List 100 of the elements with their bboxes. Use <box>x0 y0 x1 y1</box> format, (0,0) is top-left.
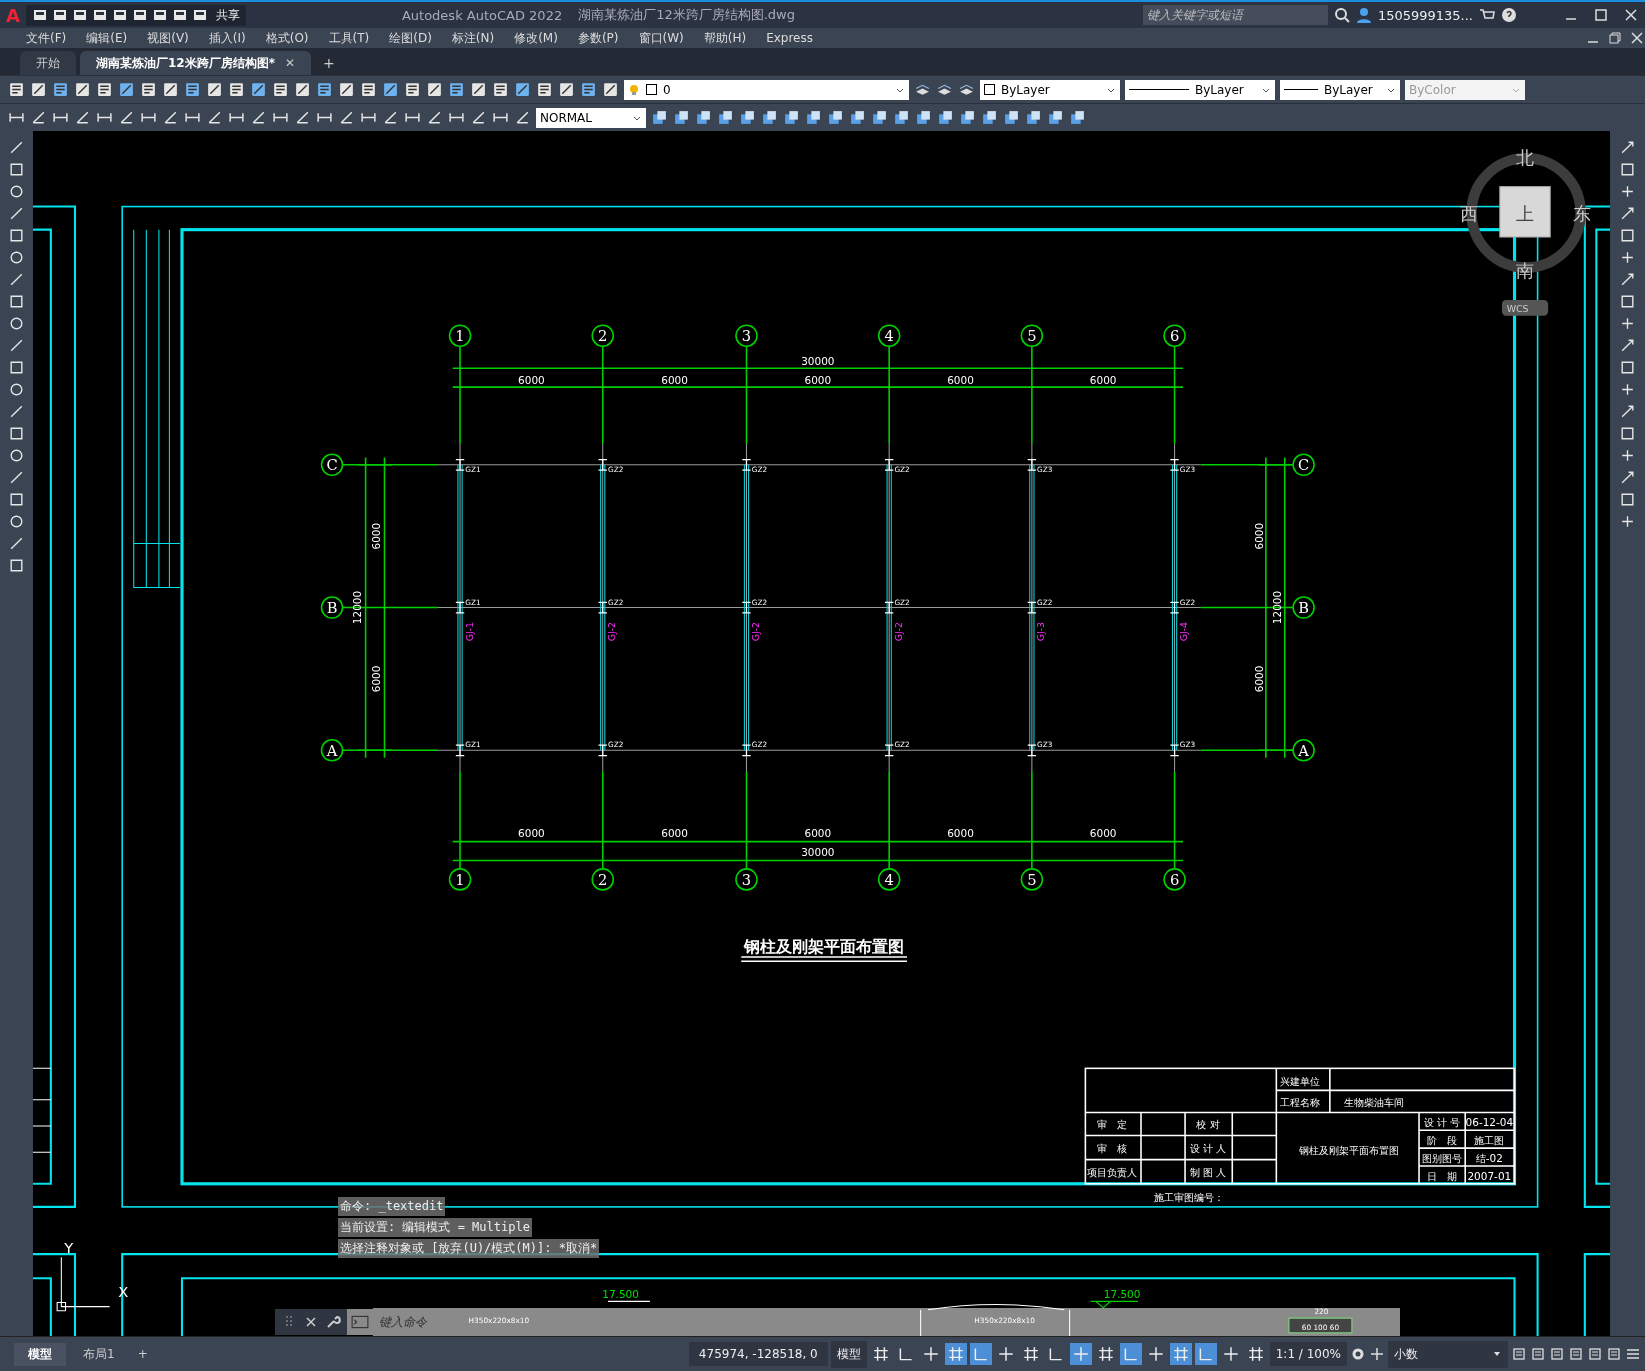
tool-icon[interactable] <box>74 109 91 126</box>
draw-tool-icon[interactable] <box>8 183 25 200</box>
modify-tool-icon[interactable] <box>1619 271 1636 288</box>
tool-icon[interactable] <box>426 109 443 126</box>
tool-icon[interactable] <box>558 81 575 98</box>
status-toggle-button[interactable] <box>1194 1343 1217 1365</box>
draw-tool-icon[interactable] <box>8 425 25 442</box>
status-toggle-button[interactable] <box>1069 1343 1092 1365</box>
modify-tool-icon[interactable] <box>827 109 844 126</box>
modify-tool-icon[interactable] <box>739 109 756 126</box>
modify-tool-icon[interactable] <box>1619 315 1636 332</box>
status-tool-icon[interactable] <box>1587 1346 1603 1362</box>
plus-icon[interactable] <box>1369 1346 1385 1362</box>
tool-icon[interactable] <box>74 81 91 98</box>
menu-item[interactable]: 绘图(D) <box>379 29 442 47</box>
draw-tool-icon[interactable] <box>8 271 25 288</box>
tool-icon[interactable] <box>8 81 25 98</box>
linetype-dropdown[interactable]: ByLayer <box>1125 79 1275 100</box>
tool-icon[interactable] <box>360 81 377 98</box>
modify-tool-icon[interactable] <box>1619 491 1636 508</box>
quick-access-icon[interactable] <box>151 7 168 23</box>
modify-tool-icon[interactable] <box>937 109 954 126</box>
tool-icon[interactable] <box>30 109 47 126</box>
quick-access-icon[interactable] <box>171 7 188 23</box>
color-dropdown[interactable]: ByLayer <box>980 79 1120 100</box>
draw-tool-icon[interactable] <box>8 337 25 354</box>
draw-tool-icon[interactable] <box>8 557 25 574</box>
tool-icon[interactable] <box>30 81 47 98</box>
selected-dimension-box[interactable] <box>1288 1317 1353 1334</box>
tool-icon[interactable] <box>294 81 311 98</box>
share-button[interactable]: 共享 <box>215 6 240 24</box>
draw-tool-icon[interactable] <box>8 227 25 244</box>
menu-item[interactable]: 格式(O) <box>255 29 319 47</box>
draw-tool-icon[interactable] <box>8 315 25 332</box>
modify-tool-icon[interactable] <box>1619 161 1636 178</box>
lineweight-dropdown[interactable]: ByLayer <box>1280 79 1400 100</box>
tool-icon[interactable] <box>294 109 311 126</box>
wrench-icon[interactable] <box>325 1314 341 1330</box>
status-tool-icon[interactable] <box>1511 1346 1527 1362</box>
modify-tool-icon[interactable] <box>1619 447 1636 464</box>
menu-item[interactable]: 视图(V) <box>137 29 199 47</box>
modify-tool-icon[interactable] <box>1619 469 1636 486</box>
close-icon[interactable] <box>1629 30 1645 46</box>
draw-tool-icon[interactable] <box>8 139 25 156</box>
tool-icon[interactable] <box>140 81 157 98</box>
tool-icon[interactable] <box>580 81 597 98</box>
model-space-button[interactable]: 模型 <box>830 1340 867 1368</box>
modify-tool-icon[interactable] <box>959 109 976 126</box>
menu-icon[interactable] <box>1625 1346 1641 1362</box>
tool-icon[interactable] <box>272 81 289 98</box>
draw-tool-icon[interactable] <box>8 249 25 266</box>
menu-item[interactable]: Express <box>756 31 823 45</box>
command-prompt-icon[interactable] <box>347 1309 373 1335</box>
tool-icon[interactable] <box>470 81 487 98</box>
tool-icon[interactable] <box>382 81 399 98</box>
dimension-style-dropdown[interactable]: NORMAL <box>536 107 646 128</box>
modify-tool-icon[interactable] <box>1047 109 1064 126</box>
modify-tool-icon[interactable] <box>1619 359 1636 376</box>
layout-tab[interactable]: 模型 <box>14 1342 66 1366</box>
draw-tool-icon[interactable] <box>8 491 25 508</box>
draw-tool-icon[interactable] <box>8 359 25 376</box>
quick-access-icon[interactable] <box>91 7 108 23</box>
draw-tool-icon[interactable] <box>8 469 25 486</box>
modify-tool-icon[interactable] <box>1003 109 1020 126</box>
draw-tool-icon[interactable] <box>8 403 25 420</box>
modify-tool-icon[interactable] <box>805 109 822 126</box>
menu-item[interactable]: 工具(T) <box>318 29 380 47</box>
modify-tool-icon[interactable] <box>651 109 668 126</box>
modify-tool-icon[interactable] <box>783 109 800 126</box>
layout-tab[interactable]: 布局1 <box>69 1342 129 1366</box>
modify-tool-icon[interactable] <box>849 109 866 126</box>
modify-tool-icon[interactable] <box>717 109 734 126</box>
tool-icon[interactable] <box>52 81 69 98</box>
tool-icon[interactable] <box>118 81 135 98</box>
tool-icon[interactable] <box>96 81 113 98</box>
tool-icon[interactable] <box>404 81 421 98</box>
status-tool-icon[interactable] <box>1549 1346 1565 1362</box>
modify-tool-icon[interactable] <box>1619 139 1636 156</box>
quick-access-icon[interactable] <box>51 7 68 23</box>
modify-tool-icon[interactable] <box>1619 205 1636 222</box>
draw-tool-icon[interactable] <box>8 535 25 552</box>
modify-tool-icon[interactable] <box>915 109 932 126</box>
layer-dropdown[interactable]: 0 <box>624 79 909 100</box>
tool-icon[interactable] <box>206 109 223 126</box>
menu-item[interactable]: 参数(P) <box>567 29 629 47</box>
tool-icon[interactable] <box>470 109 487 126</box>
quick-access-icon[interactable] <box>131 7 148 23</box>
draw-tool-icon[interactable] <box>8 161 25 178</box>
tool-icon[interactable] <box>206 81 223 98</box>
status-tool-icon[interactable] <box>1530 1346 1546 1362</box>
close-icon[interactable] <box>1623 7 1639 23</box>
tool-icon[interactable] <box>382 109 399 126</box>
quick-access-icon[interactable] <box>191 7 208 23</box>
lightbulb-icon[interactable] <box>628 83 640 96</box>
draw-tool-icon[interactable] <box>8 205 25 222</box>
tool-icon[interactable] <box>228 81 245 98</box>
menu-item[interactable]: 修改(M) <box>504 29 568 47</box>
tool-icon[interactable] <box>602 81 619 98</box>
status-tool-icon[interactable] <box>1568 1346 1584 1362</box>
modify-tool-icon[interactable] <box>1619 403 1636 420</box>
